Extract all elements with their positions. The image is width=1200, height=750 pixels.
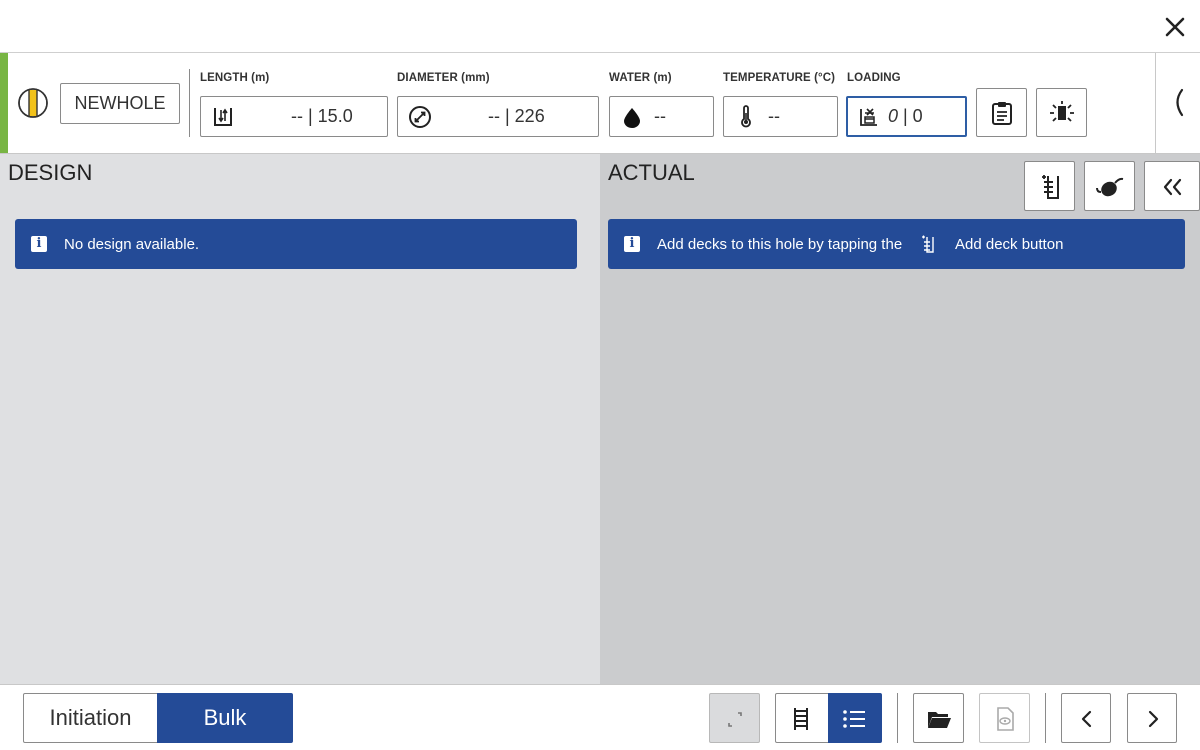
water-drop-icon <box>624 108 640 128</box>
collapse-panels-button[interactable] <box>1144 161 1200 211</box>
water-field[interactable]: -- <box>609 96 714 137</box>
actual-banner-text-end: Add deck button <box>955 235 1064 253</box>
toolbar-divider <box>897 693 898 743</box>
header-divider <box>189 69 190 137</box>
loading-value-primary: 0 <box>888 106 899 126</box>
add-deck-icon <box>922 235 934 253</box>
blast-button[interactable] <box>1036 88 1087 137</box>
expand-icon <box>728 712 742 727</box>
design-banner-text: No design available. <box>64 235 200 253</box>
diameter-label: DIAMETER (mm) <box>397 72 490 84</box>
loading-field[interactable]: 0 | 0 <box>846 96 967 137</box>
temperature-field[interactable]: -- <box>723 96 838 137</box>
thermometer-icon <box>741 105 751 128</box>
length-field[interactable]: -- | 15.0 <box>200 96 388 137</box>
length-value: -- | 15.0 <box>291 106 353 126</box>
water-value: -- <box>654 106 666 126</box>
info-icon: i <box>624 236 640 252</box>
open-folder-button[interactable] <box>913 693 964 743</box>
info-icon: i <box>31 236 47 252</box>
diameter-field[interactable]: -- | 226 <box>397 96 599 137</box>
notes-button[interactable] <box>976 88 1027 137</box>
diameter-value: -- | 226 <box>488 106 545 126</box>
hole-name-field[interactable]: NEWHOLE <box>60 83 180 124</box>
top-bar <box>0 0 1200 53</box>
list-icon <box>843 710 865 728</box>
loading-icon <box>860 108 877 126</box>
previous-button[interactable] <box>1061 693 1111 743</box>
ladder-icon <box>794 708 808 730</box>
actual-info-banner: i Add decks to this hole by tapping the … <box>608 219 1185 269</box>
hole-header: NEWHOLE LENGTH (m) -- | 15.0 DIAMETER (m… <box>0 53 1200 154</box>
expand-button[interactable] <box>709 693 760 743</box>
explosion-icon <box>1050 101 1074 122</box>
water-label: WATER (m) <box>609 72 672 84</box>
document-view-icon <box>997 707 1014 731</box>
tab-bulk[interactable]: Bulk <box>157 693 293 743</box>
actual-panel: ACTUAL i Add decks to this hole by tappi… <box>600 154 1200 684</box>
next-button[interactable] <box>1127 693 1177 743</box>
list-view-button[interactable] <box>828 693 882 743</box>
temperature-value: -- <box>768 106 780 126</box>
length-label: LENGTH (m) <box>200 72 270 84</box>
view-document-button[interactable] <box>979 693 1030 743</box>
close-button[interactable] <box>1160 12 1190 42</box>
hole-status-icon <box>17 87 49 119</box>
chevron-left-icon <box>1176 88 1184 117</box>
design-info-banner: i No design available. <box>15 219 577 269</box>
chevron-right-icon <box>1148 710 1159 728</box>
length-icon <box>214 108 232 126</box>
bottom-toolbar: Initiation Bulk <box>0 684 1200 750</box>
loading-value-secondary: | 0 <box>903 106 923 126</box>
double-chevron-left-icon <box>1163 178 1182 196</box>
side-panel-toggle[interactable] <box>1155 53 1200 153</box>
tab-initiation[interactable]: Initiation <box>23 693 158 743</box>
deck-view-button[interactable] <box>775 693 829 743</box>
toolbar-divider <box>1045 693 1046 743</box>
status-indicator <box>0 53 8 153</box>
design-panel: DESIGN i No design available. <box>0 154 600 684</box>
chevron-left-icon <box>1081 710 1092 728</box>
folder-icon <box>928 712 951 728</box>
clipboard-icon <box>992 102 1012 125</box>
add-deck-button[interactable] <box>1024 161 1075 211</box>
temperature-label: TEMPERATURE (°C) <box>723 72 836 84</box>
diameter-icon <box>409 106 431 128</box>
detonator-icon <box>1096 177 1124 197</box>
close-icon <box>1165 17 1185 37</box>
add-deck-icon <box>1042 175 1059 199</box>
loading-label: LOADING <box>847 72 901 84</box>
detonator-button[interactable] <box>1084 161 1135 211</box>
actual-banner-text-start: Add decks to this hole by tapping the <box>657 235 903 253</box>
design-title: DESIGN <box>8 160 93 185</box>
actual-title: ACTUAL <box>608 160 695 185</box>
